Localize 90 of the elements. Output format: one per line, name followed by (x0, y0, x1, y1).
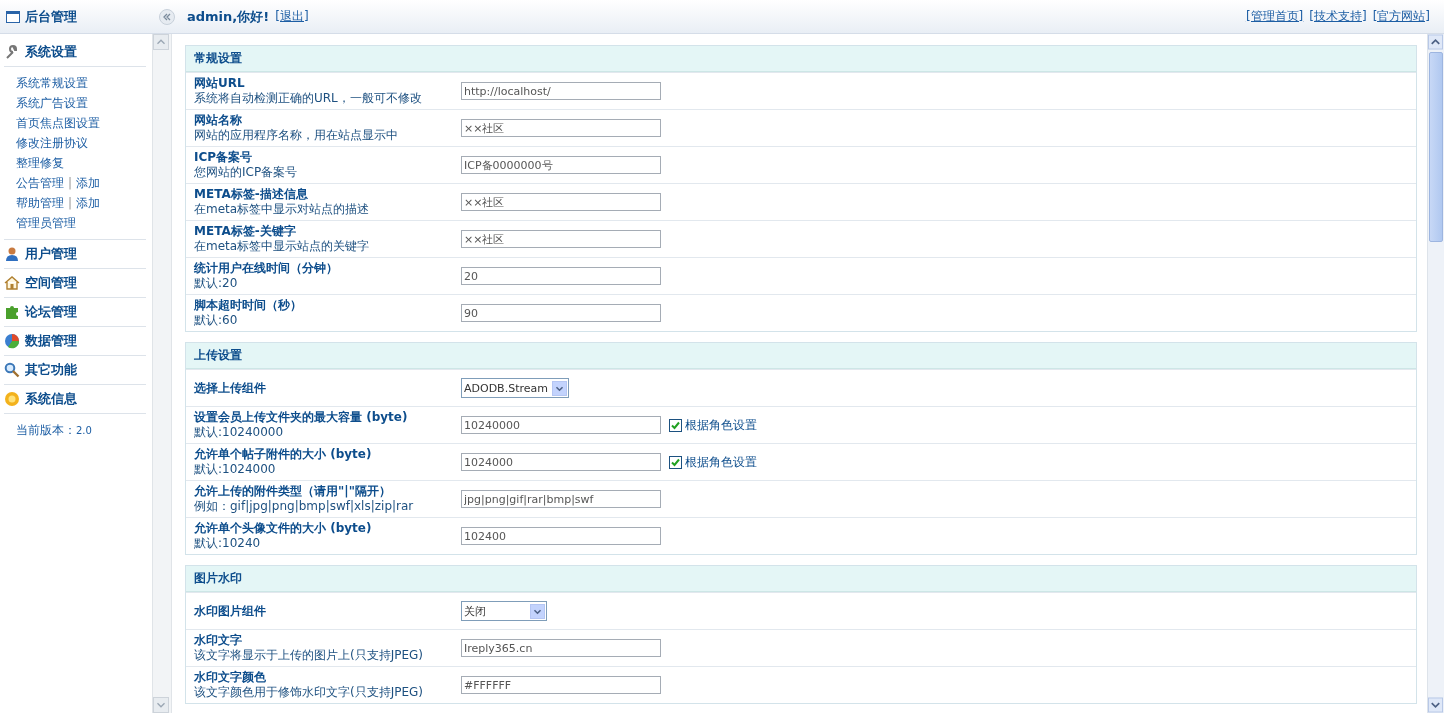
setting-label: 水印文字颜色 (194, 670, 267, 685)
text-field[interactable]: ××社区 (461, 230, 661, 248)
setting-hint: 默认:1024000 (194, 462, 277, 477)
text-field[interactable]: Ireply365.cn (461, 639, 661, 657)
dropdown[interactable]: ADODB.Stream (461, 378, 569, 398)
setting-hint: 例如：gif|jpg|png|bmp|swf|xls|zip|rar (194, 499, 415, 514)
window-icon (6, 10, 20, 23)
scroll-up-icon[interactable] (1428, 34, 1443, 50)
scroll-down-icon[interactable] (1428, 697, 1443, 713)
setting-hint: 网站的应用程序名称，用在站点显示中 (194, 128, 399, 143)
logout-link[interactable]: [退出] (275, 8, 309, 25)
text-field[interactable]: http://localhost/ (461, 82, 661, 100)
section-title: 常规设置 (186, 46, 1416, 72)
version-number: 2.0 (76, 425, 92, 436)
sidebar-group[interactable]: 用户管理 (4, 240, 146, 269)
setting-hint: 该文字颜色用于修饰水印文字(只支持JPEG) (194, 685, 425, 700)
text-field[interactable]: 20 (461, 267, 661, 285)
setting-label: META标签-关键字 (194, 224, 297, 239)
scroll-thumb[interactable] (1429, 52, 1443, 242)
collapse-icon[interactable] (159, 8, 175, 25)
setting-hint: 默认:60 (194, 313, 239, 328)
setting-label: 网站名称 (194, 113, 243, 128)
checkbox-label[interactable]: 根据角色设置 (685, 416, 757, 434)
setting-label: META标签-描述信息 (194, 187, 309, 202)
version-label: 当前版本： (16, 422, 76, 439)
scrollbar[interactable] (1427, 34, 1444, 713)
separator: | (68, 196, 73, 210)
text-field[interactable]: 90 (461, 304, 661, 322)
sidebar-link[interactable]: 系统常规设置 (16, 74, 88, 92)
setting-hint: 默认:10240 (194, 536, 262, 551)
setting-hint: 您网站的ICP备案号 (194, 165, 299, 180)
separator: | (68, 176, 73, 190)
sidebar-group[interactable]: 数据管理 (4, 327, 146, 356)
text-field[interactable]: jpg|png|gif|rar|bmp|swf (461, 490, 661, 508)
greeting: admin,你好! (187, 7, 270, 26)
text-field[interactable]: ××社区 (461, 119, 661, 137)
setting-label: 水印文字 (194, 633, 243, 648)
sidebar-link[interactable]: 系统广告设置 (16, 94, 88, 112)
setting-label: ICP备案号 (194, 150, 254, 165)
text-field[interactable]: #FFFFFF (461, 676, 661, 694)
app-title: 后台管理 (25, 7, 77, 26)
setting-hint: 该文字将显示于上传的图片上(只支持JPEG) (194, 648, 425, 663)
dropdown[interactable]: 关闭 (461, 601, 547, 621)
user-icon (4, 246, 20, 262)
sidebar-group[interactable]: 系统信息 (4, 385, 146, 414)
setting-hint: 默认:10240000 (194, 425, 285, 440)
setting-label: 水印图片组件 (194, 603, 267, 619)
section-title: 上传设置 (186, 343, 1416, 369)
header-link[interactable]: [管理首页] (1245, 8, 1304, 25)
setting-label: 网站URL (194, 76, 246, 91)
sidebar-link[interactable]: 管理员管理 (16, 214, 76, 232)
house-icon (4, 275, 20, 291)
setting-hint: 在meta标签中显示站点的关键字 (194, 239, 371, 254)
text-field[interactable]: 102400 (461, 527, 661, 545)
sidebar-group[interactable]: 其它功能 (4, 356, 146, 385)
setting-label: 允许单个帖子附件的大小 (byte) (194, 447, 373, 462)
wrench-icon (4, 44, 20, 60)
puzzle-icon (4, 304, 20, 320)
sidebar-group[interactable]: 论坛管理 (4, 298, 146, 327)
sidebar-link[interactable]: 添加 (76, 194, 101, 212)
setting-label: 脚本超时时间（秒） (194, 298, 303, 313)
text-field[interactable]: 10240000 (461, 416, 661, 434)
setting-hint: 默认:20 (194, 276, 239, 291)
setting-label: 允许单个头像文件的大小 (byte) (194, 521, 373, 536)
checkbox-label[interactable]: 根据角色设置 (685, 453, 757, 471)
text-field[interactable]: ICP备0000000号 (461, 156, 661, 174)
sun-icon (4, 391, 20, 407)
setting-hint: 在meta标签中显示对站点的描述 (194, 202, 371, 217)
section-title: 图片水印 (186, 566, 1416, 592)
setting-hint: 系统将自动检测正确的URL，一般可不修改 (194, 91, 423, 106)
text-field[interactable]: ××社区 (461, 193, 661, 211)
sidebar-link[interactable]: 公告管理 (16, 174, 64, 192)
header-link[interactable]: [技术支持] (1309, 8, 1367, 25)
sidebar-link[interactable]: 整理修复 (16, 154, 64, 172)
sidebar-link[interactable]: 首页焦点图设置 (16, 114, 100, 132)
sidebar-group[interactable]: 空间管理 (4, 269, 146, 298)
checkbox[interactable] (669, 418, 682, 432)
checkbox[interactable] (669, 455, 682, 469)
header-link[interactable]: [官方网站] (1372, 8, 1430, 25)
sidebar-link[interactable]: 修改注册协议 (16, 134, 88, 152)
sidebar-link[interactable]: 添加 (76, 174, 101, 192)
setting-label: 设置会员上传文件夹的最大容量 (byte) (194, 410, 409, 425)
pie-chart-icon (4, 333, 20, 349)
sidebar-link[interactable]: 帮助管理 (16, 194, 64, 212)
text-field[interactable]: 1024000 (461, 453, 661, 471)
setting-label: 统计用户在线时间（分钟） (194, 261, 339, 276)
sidebar-group[interactable]: 系统设置 (4, 38, 146, 67)
setting-label: 选择上传组件 (194, 380, 267, 396)
setting-label: 允许上传的附件类型（请用"|"隔开） (194, 484, 392, 499)
search-icon (4, 362, 20, 378)
